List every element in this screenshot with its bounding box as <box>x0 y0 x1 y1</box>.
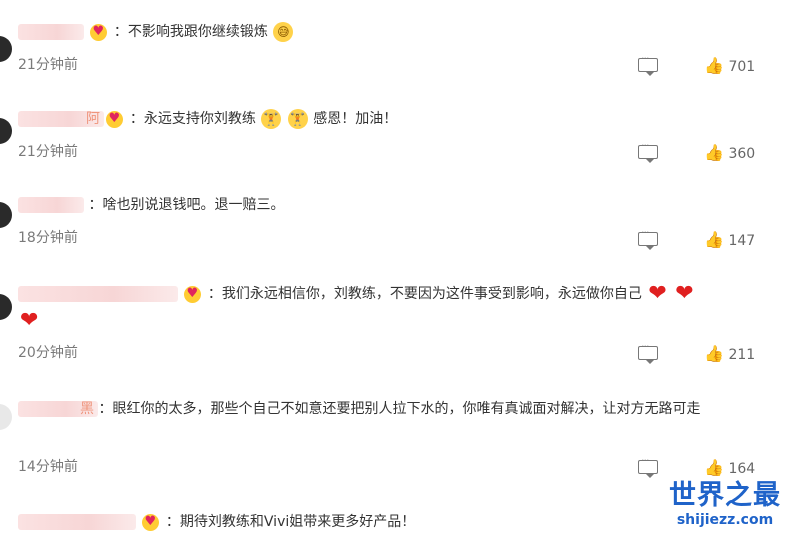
reply-icon[interactable] <box>638 52 658 76</box>
comment-line: 黑 ：眼红你的太多，那些个自己不如意还要把别人拉下水的，你唯有真诚面对解决，让对… <box>18 396 775 422</box>
username-blurred[interactable] <box>18 197 84 213</box>
lifting-emoji-icon: 🏋 <box>261 109 282 129</box>
username-blurred[interactable] <box>18 514 136 530</box>
watermark-title: 世界之最 <box>669 480 781 511</box>
reply-icon[interactable] <box>638 226 658 250</box>
comment-text-tail: 感恩！加油！ <box>313 111 398 127</box>
avatar[interactable] <box>0 118 12 144</box>
like-button[interactable]: 👍 211 <box>704 344 755 363</box>
member-badge-icon <box>184 285 202 303</box>
username-blurred[interactable] <box>18 24 84 40</box>
comment-line-continued: ❤ <box>18 308 781 334</box>
thumbs-up-icon: 👍 <box>704 344 724 363</box>
comment-text: ：不影响我跟你继续锻炼 <box>113 24 268 40</box>
watermark-url: shijiezz.com <box>676 512 774 528</box>
like-count: 701 <box>728 59 756 75</box>
red-heart-icon: ❤ <box>675 281 694 306</box>
username-partial: 黑 <box>80 401 94 417</box>
username-partial: 阿 <box>86 111 100 127</box>
reply-icon[interactable] <box>638 454 658 478</box>
comment-text: ：啥也别说退钱吧。退一赔三。 <box>88 197 285 213</box>
comment-line: 阿 ：永远支持你刘教练 🏋 🏋 感恩！加油！ <box>18 106 781 132</box>
username-blurred[interactable] <box>18 286 178 302</box>
reply-icon[interactable] <box>638 139 658 163</box>
comment-line: ：啥也别说退钱吧。退一赔三。 <box>18 192 781 218</box>
comment-time: 21分钟前 <box>18 57 78 73</box>
comment-text: ：期待刘教练和Vivi姐带来更多好产品！ <box>165 514 416 530</box>
thumbs-up-icon: 👍 <box>704 458 724 477</box>
red-heart-icon: ❤ <box>648 281 667 306</box>
reply-icon[interactable] <box>638 340 658 364</box>
comment-text: ：眼红你的太多，那些个自己不如意还要把别人拉下水的，你唯有真诚面对解决，让对方无… <box>98 401 701 417</box>
like-button[interactable]: 👍 164 <box>704 458 755 477</box>
comment-line: ：我们永远相信你，刘教练，不要因为这件事受到影响，永远做你自己 ❤ ❤ <box>18 281 781 307</box>
thumbs-up-icon: 👍 <box>704 56 724 75</box>
sweat-smile-emoji-icon: 😅 <box>273 22 294 42</box>
comment-text: ：永远支持你刘教练 <box>129 111 256 127</box>
like-button[interactable]: 👍 701 <box>704 56 755 75</box>
comment-time: 20分钟前 <box>18 345 78 361</box>
avatar[interactable] <box>0 404 12 430</box>
avatar[interactable] <box>0 36 12 62</box>
like-count: 147 <box>728 233 756 249</box>
comment-time: 14分钟前 <box>18 459 78 475</box>
like-count: 164 <box>728 461 756 477</box>
thumbs-up-icon: 👍 <box>704 230 724 249</box>
member-badge-icon <box>106 110 124 128</box>
comment-text: ：我们永远相信你，刘教练，不要因为这件事受到影响，永远做你自己 <box>207 286 642 302</box>
red-heart-icon: ❤ <box>20 308 39 333</box>
like-button[interactable]: 👍 360 <box>704 143 755 162</box>
comment-time: 18分钟前 <box>18 230 78 246</box>
avatar[interactable] <box>0 294 12 320</box>
like-count: 360 <box>728 146 756 162</box>
comment-line: ：不影响我跟你继续锻炼 😅 <box>18 19 781 45</box>
member-badge-icon <box>90 23 108 41</box>
comment-time: 21分钟前 <box>18 144 78 160</box>
like-count: 211 <box>728 347 756 363</box>
thumbs-up-icon: 👍 <box>704 143 724 162</box>
member-badge-icon <box>142 513 160 531</box>
watermark-logo: 世界之最 shijiezz.com <box>666 480 784 532</box>
lifting-emoji-icon: 🏋 <box>287 109 308 129</box>
like-button[interactable]: 👍 147 <box>704 230 755 249</box>
avatar[interactable] <box>0 202 12 228</box>
